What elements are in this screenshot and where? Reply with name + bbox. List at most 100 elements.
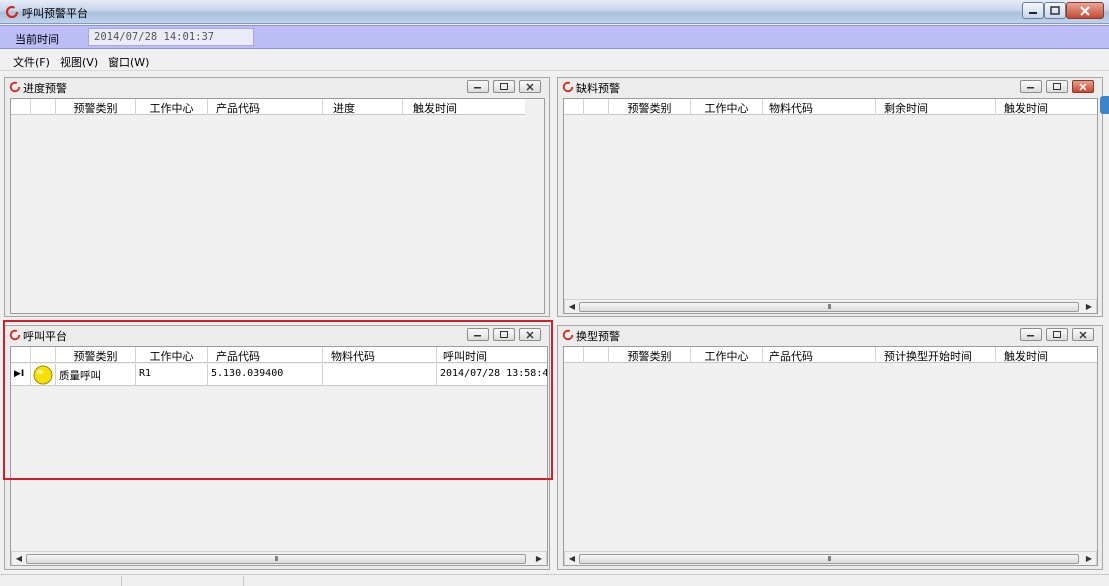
maximize-button[interactable]	[1044, 2, 1066, 19]
column-header[interactable]: 物料代码	[323, 347, 437, 363]
column-header[interactable]: 触发时间	[403, 99, 525, 115]
side-tab-icon[interactable]	[1100, 96, 1109, 114]
column-header[interactable]: 剩余时间	[876, 99, 996, 115]
call-time-cell: 2014/07/28 13:58:42	[440, 368, 548, 379]
product-code-cell: 5.130.039400	[208, 364, 323, 386]
panel-close-button[interactable]	[1072, 328, 1094, 341]
scroll-left-icon[interactable]: ◀	[567, 554, 577, 564]
call-type-cell: 质量呼叫	[56, 364, 136, 386]
column-header[interactable]: 产品代码	[763, 347, 876, 363]
column-header[interactable]: 触发时间	[996, 99, 1097, 115]
column-header[interactable]: 产品代码	[208, 347, 323, 363]
changeover-panel-title: 换型预警	[576, 330, 620, 343]
column-header[interactable]: 预警类别	[56, 347, 136, 363]
table-row[interactable]: ▶I 质量呼叫 R1 5.130.039400 2014/07/28 13:58…	[11, 364, 548, 386]
close-icon	[1079, 82, 1087, 91]
minimize-icon	[474, 334, 481, 336]
scroll-left-icon[interactable]: ◀	[567, 302, 577, 312]
current-time-bar: 当前时间 2014/07/28 14:01:37	[0, 25, 1109, 49]
panel-logo-icon	[562, 81, 574, 93]
menu-view[interactable]: 视图(V)	[60, 54, 98, 70]
yellow-status-dot	[33, 365, 53, 385]
call-grid-header: 预警类别 工作中心 产品代码 物料代码 呼叫时间	[11, 347, 547, 363]
call-grid: 预警类别 工作中心 产品代码 物料代码 呼叫时间 ▶I 质量呼叫 R1 5.13…	[10, 346, 548, 566]
changeover-grid-header: 预警类别 工作中心 产品代码 预计换型开始时间 触发时间	[564, 347, 1097, 363]
panel-minimize-button[interactable]	[1020, 328, 1042, 341]
horizontal-scrollbar[interactable]: ◀ III ▶	[564, 551, 1097, 565]
scroll-left-icon[interactable]: ◀	[14, 554, 24, 564]
minimize-icon	[1028, 11, 1037, 14]
panel-close-button[interactable]	[1072, 80, 1094, 93]
panel-close-button[interactable]	[519, 328, 541, 341]
changeover-panel-header: 换型预警	[558, 326, 1102, 343]
scroll-right-icon[interactable]: ▶	[1084, 554, 1094, 564]
progress-panel-header: 进度预警	[5, 78, 549, 95]
maximize-icon	[1053, 331, 1061, 338]
minimize-icon	[1027, 334, 1034, 336]
minimize-icon	[474, 86, 481, 88]
progress-warning-panel: 进度预警 预警类别 工作中心 产品代码 进度 触发时间	[4, 77, 550, 317]
panel-minimize-button[interactable]	[467, 328, 489, 341]
menu-bar: 文件(F) 视图(V) 窗口(W)	[0, 50, 1109, 71]
panel-logo-icon	[9, 81, 21, 93]
menu-file[interactable]: 文件(F)	[13, 54, 50, 70]
progress-grid-header: 预警类别 工作中心 产品代码 进度 触发时间	[11, 99, 525, 115]
current-time-field: 2014/07/28 14:01:37	[88, 28, 254, 46]
scroll-right-icon[interactable]: ▶	[1084, 302, 1094, 312]
close-icon	[1079, 331, 1087, 338]
column-header[interactable]: 工作中心	[136, 99, 208, 115]
column-header[interactable]: 工作中心	[691, 347, 763, 363]
maximize-icon	[500, 83, 508, 90]
window-title-bar[interactable]: 呼叫预警平台	[0, 0, 1109, 24]
maximize-icon	[1053, 83, 1061, 90]
column-header[interactable]: 工作中心	[691, 99, 763, 115]
status-bar	[0, 574, 1109, 586]
material-grid-header: 预警类别 工作中心 物料代码 剩余时间 触发时间	[564, 99, 1097, 115]
maximize-icon	[500, 331, 508, 338]
panel-minimize-button[interactable]	[1020, 80, 1042, 93]
maximize-icon	[1050, 6, 1060, 15]
column-header[interactable]: 呼叫时间	[437, 347, 547, 363]
panel-logo-icon	[562, 329, 574, 341]
panel-minimize-button[interactable]	[467, 80, 489, 93]
changeover-warning-panel: 换型预警 预警类别 工作中心 产品代码 预计换型开始时间 触发时间 ◀ III …	[557, 325, 1103, 570]
column-header[interactable]: 进度	[323, 99, 403, 115]
panel-maximize-button[interactable]	[493, 80, 515, 93]
app-logo-icon	[5, 5, 19, 19]
panel-maximize-button[interactable]	[1046, 80, 1068, 93]
column-header[interactable]: 预计换型开始时间	[876, 347, 996, 363]
menu-window[interactable]: 窗口(W)	[108, 54, 149, 70]
close-button[interactable]	[1066, 2, 1104, 19]
material-panel-title: 缺料预警	[576, 82, 620, 95]
row-indicator-icon: ▶I	[11, 364, 31, 386]
minimize-button[interactable]	[1022, 2, 1044, 19]
status-light	[31, 364, 56, 386]
column-header[interactable]: 工作中心	[136, 347, 208, 363]
minimize-icon	[1027, 86, 1034, 88]
column-header[interactable]: 预警类别	[609, 347, 691, 363]
panel-maximize-button[interactable]	[1046, 328, 1068, 341]
column-header[interactable]: 产品代码	[208, 99, 323, 115]
panel-maximize-button[interactable]	[493, 328, 515, 341]
status-light-icon	[33, 365, 53, 385]
column-header[interactable]: 物料代码	[763, 99, 876, 115]
horizontal-scrollbar[interactable]: ◀ III ▶	[564, 299, 1097, 313]
close-icon	[526, 83, 534, 90]
changeover-grid: 预警类别 工作中心 产品代码 预计换型开始时间 触发时间 ◀ III ▶	[563, 346, 1098, 566]
horizontal-scrollbar[interactable]: ◀ III ▶	[11, 551, 547, 565]
call-panel-header: 呼叫平台	[5, 326, 549, 343]
material-grid: 预警类别 工作中心 物料代码 剩余时间 触发时间 ◀ III ▶	[563, 98, 1098, 314]
scroll-right-icon[interactable]: ▶	[534, 554, 544, 564]
scrollbar-thumb[interactable]: III	[579, 302, 1079, 312]
call-platform-panel: 呼叫平台 预警类别 工作中心 产品代码 物料代码 呼叫时间 ▶I 质量呼叫 R1…	[4, 325, 550, 570]
column-header[interactable]: 预警类别	[56, 99, 136, 115]
scrollbar-thumb[interactable]: III	[26, 554, 526, 564]
panel-close-button[interactable]	[519, 80, 541, 93]
current-time-label: 当前时间	[15, 33, 59, 46]
column-header[interactable]: 触发时间	[996, 347, 1097, 363]
material-code-cell	[323, 364, 437, 386]
column-header[interactable]: 预警类别	[609, 99, 691, 115]
scrollbar-thumb[interactable]: III	[579, 554, 1079, 564]
material-shortage-panel: 缺料预警 预警类别 工作中心 物料代码 剩余时间 触发时间 ◀ III ▶	[557, 77, 1103, 317]
call-panel-title: 呼叫平台	[23, 330, 67, 343]
